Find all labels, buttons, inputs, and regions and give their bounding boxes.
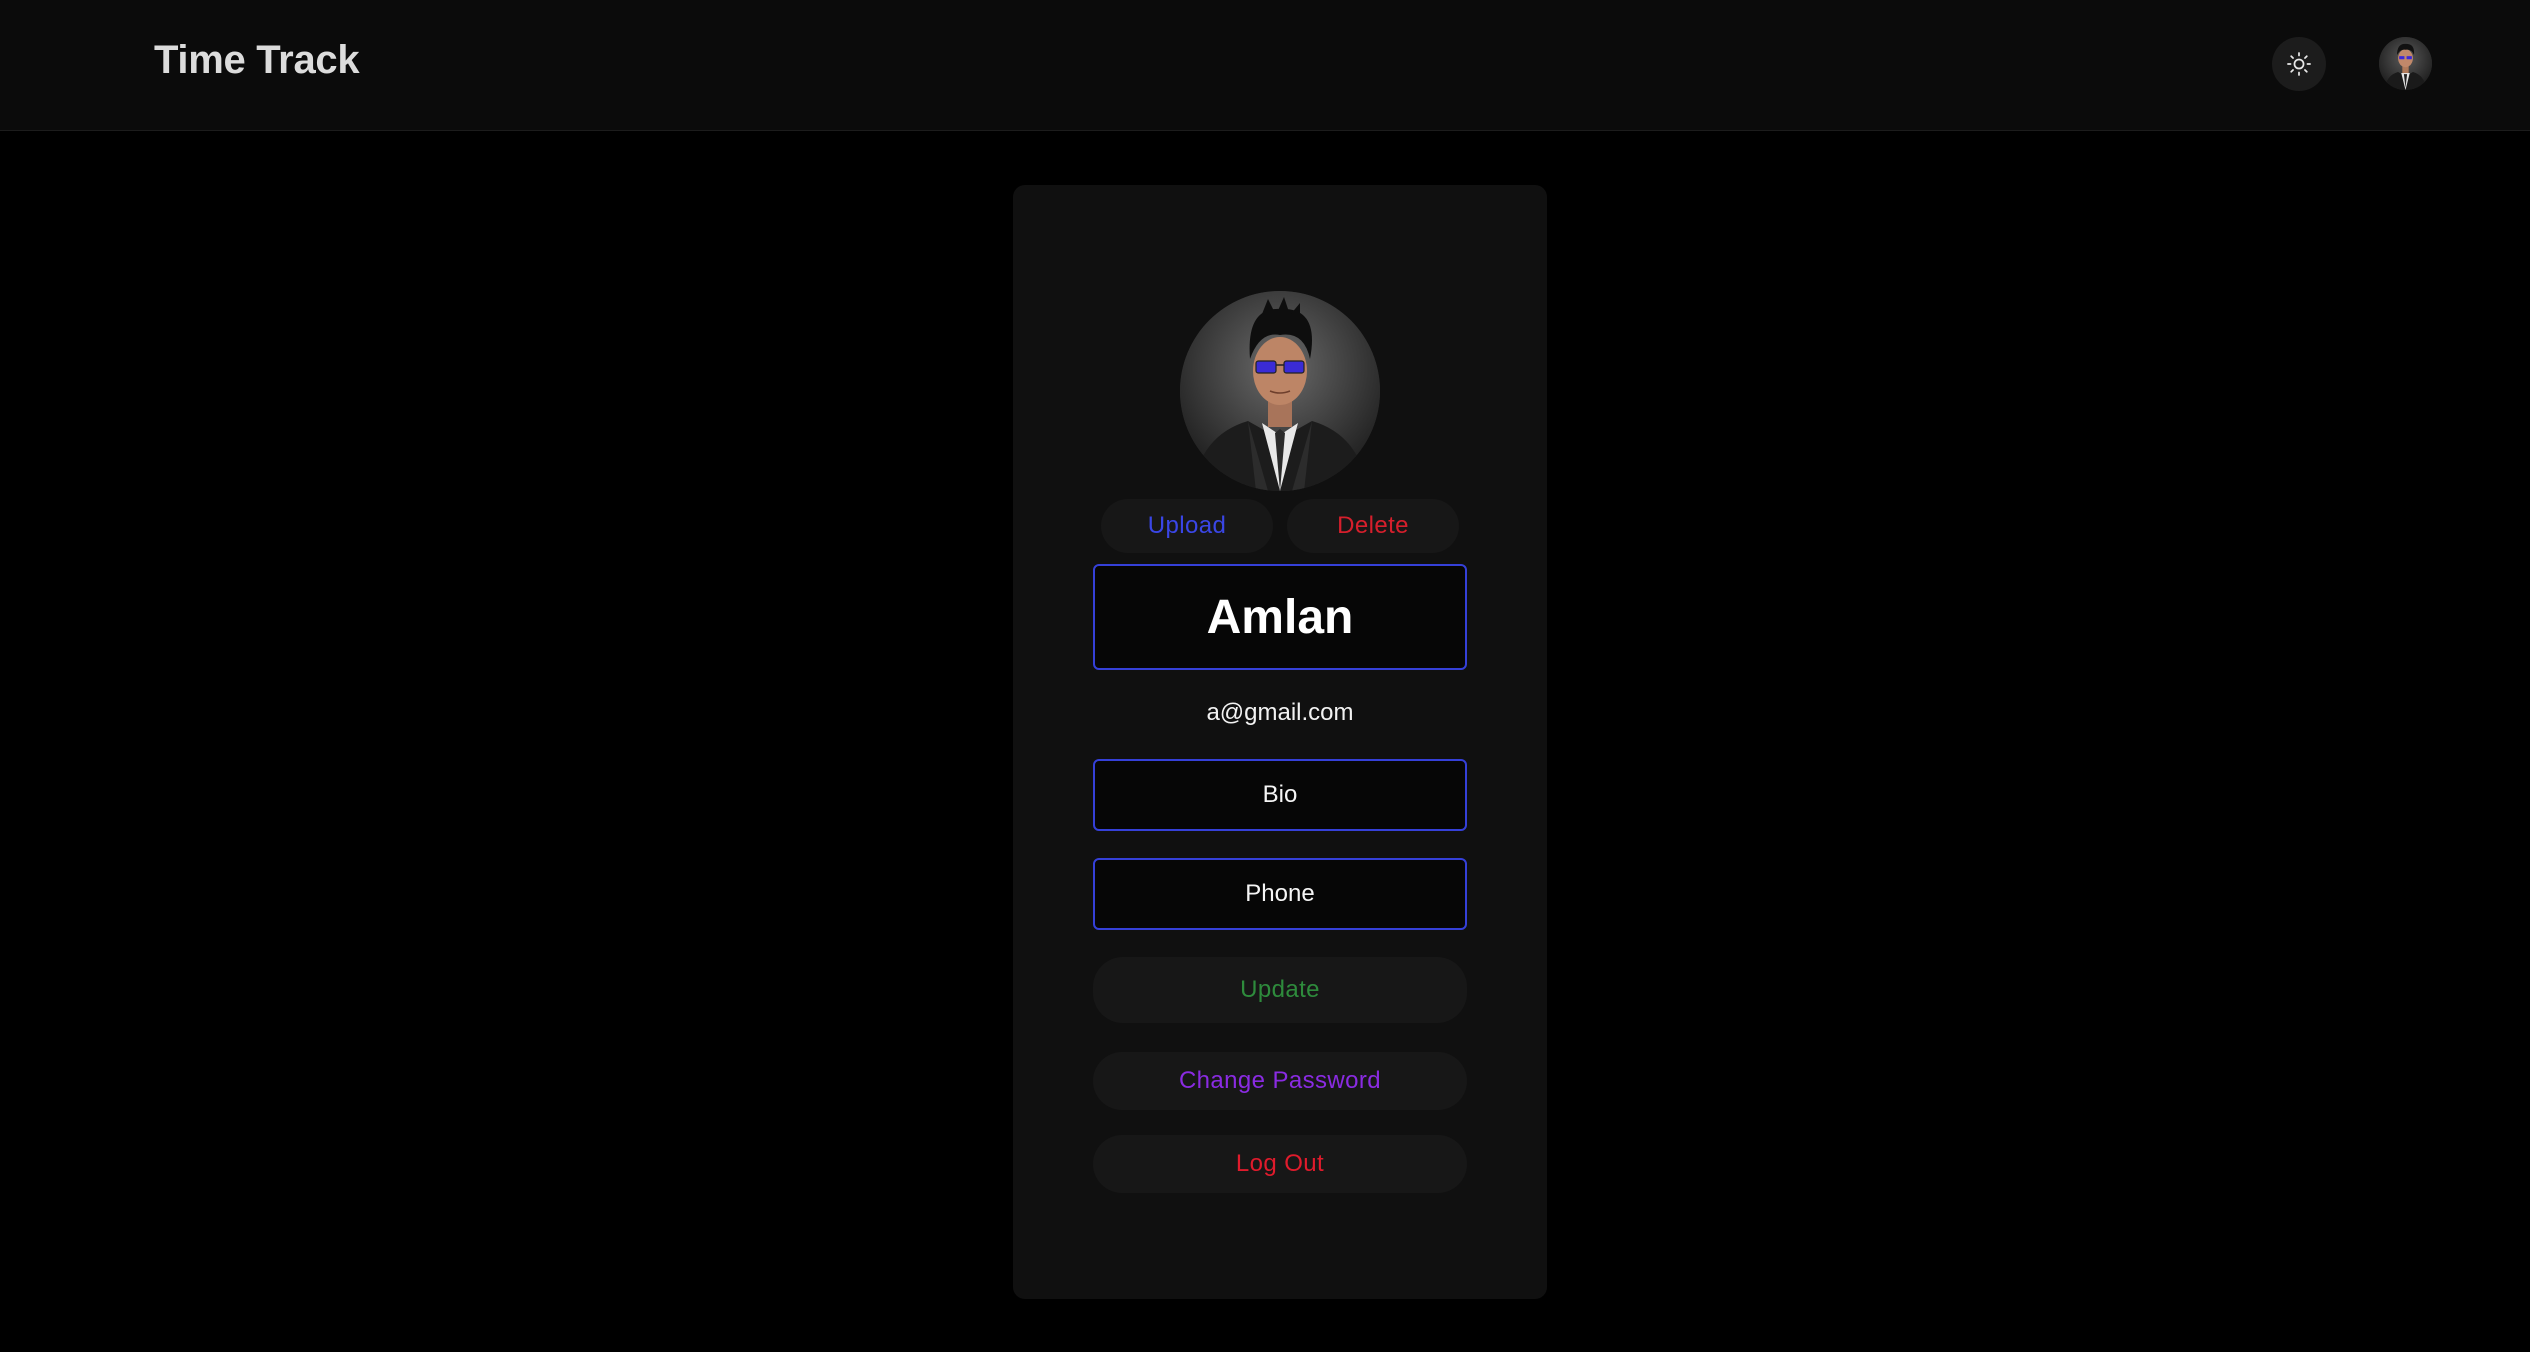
phone-input[interactable] [1093,858,1467,930]
bio-input[interactable] [1093,759,1467,831]
logout-button[interactable]: Log Out [1093,1135,1467,1193]
app-title[interactable]: Time Track [154,38,360,83]
profile-photo [1180,291,1380,491]
avatar-photo [2379,37,2432,90]
update-button[interactable]: Update [1093,957,1467,1023]
display-name-field[interactable]: Amlan [1093,564,1467,670]
email-label: a@gmail.com [1206,699,1354,726]
upload-photo-button[interactable]: Upload [1101,499,1273,553]
profile-card: Upload Delete Amlan a@gmail.com Update C… [1013,185,1547,1299]
top-navbar: Time Track [0,0,2530,131]
theme-toggle-button[interactable] [2272,37,2326,91]
delete-photo-button[interactable]: Delete [1287,499,1459,553]
sun-icon [2287,52,2311,76]
profile-photo-image [1180,291,1380,491]
user-avatar[interactable] [2379,37,2432,90]
change-password-button[interactable]: Change Password [1093,1052,1467,1110]
